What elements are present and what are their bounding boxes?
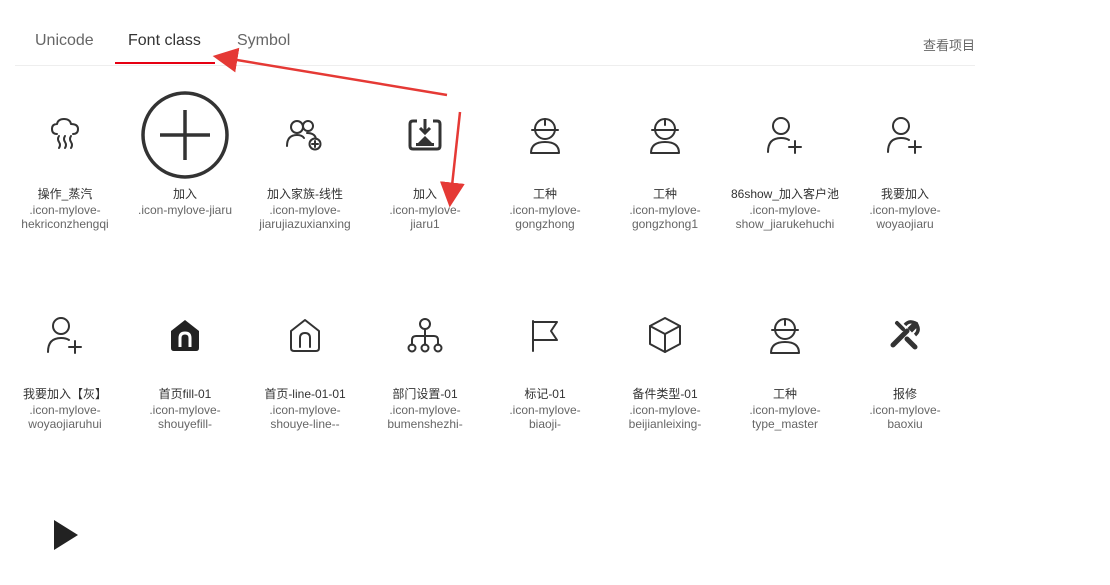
icon-card[interactable]: 首页fill-01 .icon-mylove-shouyefill-	[125, 285, 245, 431]
icon-card[interactable]: 加入家族-线性 .icon-mylove-jiarujiazuxianxing	[245, 85, 365, 231]
icon-name: 首页fill-01	[158, 387, 212, 401]
icon-card[interactable]: 操作_蒸汽 .icon-mylove-hekriconzhengqi	[5, 85, 125, 231]
box-download-icon	[365, 85, 485, 185]
icon-card[interactable]: 部门设置-01 .icon-mylove-bumenshezhi-	[365, 285, 485, 431]
tab-unicode[interactable]: Unicode	[35, 32, 94, 50]
icon-class-name: .icon-mylove-	[269, 403, 341, 417]
tools-icon	[845, 285, 965, 385]
icon-name: 我要加入【灰】	[22, 387, 107, 401]
icon-class-name: .icon-mylove-	[869, 203, 941, 217]
icon-card[interactable]: 加入 .icon-mylove-jiaru	[125, 85, 245, 217]
icon-name: 加入	[172, 187, 197, 201]
icon-name: 我要加入	[880, 187, 929, 201]
family-add-icon	[245, 85, 365, 185]
icon-class-name: .icon-mylove-	[149, 403, 221, 417]
icon-class-name: .icon-mylove-	[749, 403, 821, 417]
icon-card[interactable]	[5, 485, 125, 585]
home-line-icon	[245, 285, 365, 385]
icon-class-name-suffix: type_master	[751, 417, 819, 431]
tab-bar: Unicode Font class Symbol 查看项目	[15, 22, 975, 66]
icon-class-name-suffix: beijianleixing-	[628, 417, 702, 431]
icon-class-name-suffix: bumenshezhi-	[387, 417, 463, 431]
icon-class-name: .icon-mylove-	[389, 203, 461, 217]
icon-name: 首页-line-01-01	[264, 387, 346, 401]
icon-class-name: .icon-mylove-	[629, 403, 701, 417]
icon-card[interactable]: 我要加入【灰】 .icon-mylove-woyaojiaruhui	[5, 285, 125, 431]
icon-name: 86show_加入客户池	[730, 187, 840, 201]
icon-name: 操作_蒸汽	[37, 187, 93, 201]
icon-class-name-suffix: shouyefill-	[157, 417, 213, 431]
icon-class-name: .icon-mylove-	[749, 203, 821, 217]
icon-class-name-suffix: woyaojiaruhui	[28, 417, 102, 431]
user-add-icon	[5, 285, 125, 385]
play-icon	[5, 485, 125, 585]
icon-name: 工种	[652, 187, 677, 201]
icon-class-name: .icon-mylove-	[869, 403, 941, 417]
user-add-icon	[725, 85, 845, 185]
user-add-icon	[845, 85, 965, 185]
icon-card[interactable]: 86show_加入客户池 .icon-mylove-show_jiarukehuc…	[725, 85, 845, 231]
icon-class-name: .icon-mylove-	[29, 203, 101, 217]
icon-card[interactable]: 备件类型-01 .icon-mylove-beijianleixing-	[605, 285, 725, 431]
icon-class-name-suffix: baoxiu	[887, 417, 923, 431]
icon-name: 工种	[772, 387, 797, 401]
icon-card[interactable]: 首页-line-01-01 .icon-mylove-shouye-line--	[245, 285, 365, 431]
icon-class-name-suffix: gongzhong	[515, 217, 575, 231]
home-fill-icon	[125, 285, 245, 385]
icon-class-name: .icon-mylove-jiaru	[137, 203, 233, 217]
worker-icon	[725, 285, 845, 385]
org-chart-icon	[365, 285, 485, 385]
icon-class-name: .icon-mylove-	[629, 203, 701, 217]
icon-class-name: .icon-mylove-	[509, 203, 581, 217]
icon-card[interactable]: 加入 .icon-mylove-jiaru1	[365, 85, 485, 231]
tab-symbol[interactable]: Symbol	[237, 32, 290, 50]
icon-class-name-suffix: biaoji-	[528, 417, 561, 431]
icon-class-name-suffix: shouye-line--	[270, 417, 340, 431]
worker-icon	[605, 85, 725, 185]
icon-card[interactable]: 报修 .icon-mylove-baoxiu	[845, 285, 965, 431]
icon-card[interactable]: 我要加入 .icon-mylove-woyaojiaru	[845, 85, 965, 231]
icon-class-name: .icon-mylove-	[29, 403, 101, 417]
icon-card[interactable]: 工种 .icon-mylove-gongzhong1	[605, 85, 725, 231]
icon-class-name-suffix: jiaru1	[410, 217, 440, 231]
icon-class-name: .icon-mylove-	[509, 403, 581, 417]
icon-class-name-suffix: woyaojiaru	[876, 217, 934, 231]
icon-card[interactable]: 标记-01 .icon-mylove-biaoji-	[485, 285, 605, 431]
icon-name: 标记-01	[524, 387, 566, 401]
worker-icon	[485, 85, 605, 185]
active-tab-indicator	[115, 62, 215, 64]
icon-class-name: .icon-mylove-	[269, 203, 341, 217]
icon-class-name: .icon-mylove-	[389, 403, 461, 417]
icon-class-name-suffix: gongzhong1	[631, 217, 699, 231]
icon-class-name-suffix: show_jiarukehuchi	[735, 217, 835, 231]
icon-name: 报修	[892, 387, 917, 401]
flag-icon	[485, 285, 605, 385]
icon-card[interactable]: 工种 .icon-mylove-gongzhong	[485, 85, 605, 231]
icon-name: 备件类型-01	[632, 387, 698, 401]
icon-card[interactable]: 工种 .icon-mylove-type_master	[725, 285, 845, 431]
icon-name: 部门设置-01	[392, 387, 458, 401]
icon-name: 加入	[412, 187, 437, 201]
view-project-link[interactable]: 查看项目	[923, 35, 975, 54]
steam-icon	[5, 85, 125, 185]
icon-class-name-suffix: hekriconzhengqi	[21, 217, 109, 231]
circle-plus-icon	[125, 85, 245, 185]
icon-class-name-suffix: jiarujiazuxianxing	[259, 217, 351, 231]
cube-icon	[605, 285, 725, 385]
icon-name: 加入家族-线性	[267, 187, 343, 201]
tab-font-class[interactable]: Font class	[128, 32, 201, 50]
icon-name: 工种	[532, 187, 557, 201]
